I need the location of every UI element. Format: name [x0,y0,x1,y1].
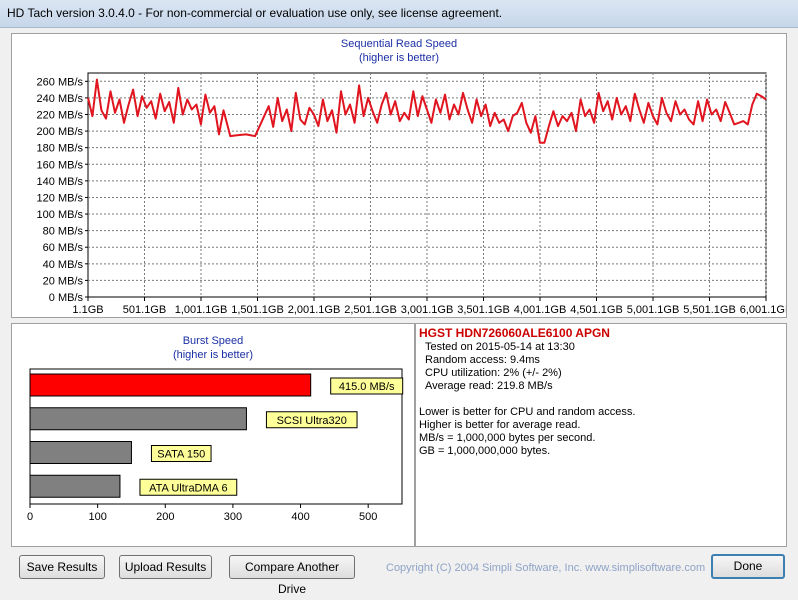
seq-y-tick-label: 60 MB/s [43,242,84,254]
seq-y-tick-label: 80 MB/s [43,226,84,238]
seq-y-tick-label: 100 MB/s [37,209,84,221]
window-title: HD Tach version 3.0.4.0 - For non-commer… [7,6,503,20]
seq-x-tick-label: 4,001.1GB [514,304,567,316]
seq-x-tick-label: 501.1GB [123,304,166,316]
upload-results-button[interactable]: Upload Results [119,555,212,579]
seq-x-tick-label: 2,501.1GB [344,304,397,316]
burst-bar-label: ATA UltraDMA 6 [149,482,227,494]
sequential-read-chart: 0 MB/s 20 MB/s 40 MB/s 60 MB/s 80 MB/s 100 MB… [37,72,786,316]
seq-y-tick-label: 40 MB/s [43,259,84,271]
burst-speed-panel: Burst Speed (higher is better) 0 100 200 30… [11,323,415,547]
burst-x-tick-label: 300 [224,511,242,523]
seq-y-tick-label: 240 MB/s [37,93,84,105]
seq-x-tick-label: 3,501.1GB [457,304,510,316]
average-read: Average read: 219.8 MB/s [425,380,553,392]
done-button[interactable]: Done [711,554,785,579]
cpu-utilization: CPU utilization: 2% (+/- 2%) [425,367,562,379]
burst-bar-label: 415.0 MB/s [339,381,395,393]
burst-bar [29,373,312,397]
burst-bar-label: SATA 150 [157,449,205,461]
note-gb-definition: GB = 1,000,000,000 bytes. [419,445,551,457]
seq-x-tick-label: 2,001.1GB [288,304,341,316]
main-window: Sequential Read Speed (higher is better)… [0,28,798,596]
seq-x-tick-label: 3,001.1GB [401,304,454,316]
burst-x-tick-label: 200 [156,511,174,523]
seq-y-tick-label: 200 MB/s [37,126,84,138]
burst-x-tick-label: 0 [27,511,33,523]
seq-y-tick-label: 120 MB/s [37,192,84,204]
note-lower-better: Lower is better for CPU and random acces… [419,406,636,418]
seq-y-tick-label: 20 MB/s [43,275,84,287]
seq-x-tick-label: 5,501.1GB [683,304,736,316]
copyright-text: Copyright (C) 2004 Simpli Software, Inc.… [386,562,706,574]
burst-bar [29,441,132,464]
drive-info-panel: HGST HDN726060ALE6100 APGN Tested on 201… [415,323,787,547]
note-mbs-definition: MB/s = 1,000,000 bytes per second. [419,432,596,444]
burst-speed-chart: 0 100 200 300 400 500 415.0 MB/s SCSI Ultra320 S… [27,368,404,523]
seq-y-tick-label: 140 MB/s [37,176,84,188]
note-higher-better: Higher is better for average read. [419,419,581,431]
save-results-button[interactable]: Save Results [19,555,105,579]
seq-y-tick-label: 220 MB/s [37,109,84,121]
seq-x-tick-label: 1,001.1GB [175,304,228,316]
drive-name: HGST HDN726060ALE6100 APGN [419,326,610,340]
compare-another-drive-button[interactable]: Compare Another Drive [229,555,355,596]
seq-x-tick-label: 5,001.1GB [627,304,680,316]
burst-x-tick-label: 500 [359,511,377,523]
seq-x-tick-label: 4,501.1GB [570,304,623,316]
seq-y-tick-label: 0 MB/s [49,292,84,304]
seq-y-tick-label: 180 MB/s [37,143,84,155]
burst-x-tick-label: 100 [88,511,106,523]
burst-bar [29,407,247,431]
burst-bar [29,474,121,498]
seq-y-tick-label: 260 MB/s [37,76,84,88]
title-bar: HD Tach version 3.0.4.0 - For non-commer… [0,0,798,28]
burst-x-tick-label: 400 [291,511,309,523]
seq-x-tick-label: 1,501.1GB [231,304,284,316]
tested-on: Tested on 2015-05-14 at 13:30 [425,341,575,353]
seq-x-tick-label: 1.1GB [72,304,103,316]
random-access: Random access: 9.4ms [425,354,540,366]
sequential-read-panel: Sequential Read Speed (higher is better)… [11,33,787,318]
burst-bar-label: SCSI Ultra320 [277,415,347,427]
seq-x-tick-label: 6,001.1GB [740,304,786,316]
seq-y-tick-label: 160 MB/s [37,159,84,171]
